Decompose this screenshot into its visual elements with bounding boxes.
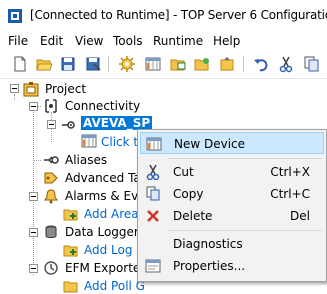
context-menu: New Device Cut Ctrl+X Copy Ctrl+C Delete… <box>137 129 327 282</box>
delete-icon <box>147 210 159 222</box>
tree-node-aveva-channel[interactable]: AVEVA_SP <box>81 116 153 130</box>
open-project-icon[interactable] <box>35 55 53 73</box>
menu-item-delete[interactable]: Delete Del <box>140 205 324 227</box>
efm-exporter-expander[interactable] <box>29 264 38 273</box>
menu-item-label: Diagnostics <box>173 237 243 251</box>
efm-exporter-icon <box>44 261 58 275</box>
data-logger-expander[interactable] <box>29 228 38 237</box>
menu-item-shortcut: Ctrl+X <box>270 165 310 179</box>
toolbar-separator <box>243 56 244 72</box>
tree-node-advanced-tags[interactable]: Advanced Tag <box>65 171 148 185</box>
channel-expander[interactable] <box>47 120 56 129</box>
menu-item-label: Copy <box>173 187 204 201</box>
menu-view[interactable]: View <box>75 34 103 48</box>
menu-item-label: Properties... <box>173 259 246 273</box>
menu-item-cut[interactable]: Cut Ctrl+X <box>140 161 324 183</box>
menu-item-label: Cut <box>173 165 194 179</box>
tree-node-data-logger[interactable]: Data Logger <box>65 225 139 239</box>
new-device-icon <box>146 137 162 151</box>
save-icon[interactable] <box>59 55 77 73</box>
cut-icon[interactable] <box>277 55 295 73</box>
cut-icon <box>146 164 160 180</box>
new-channel-icon[interactable] <box>144 55 162 73</box>
menu-item-diagnostics[interactable]: Diagnostics <box>140 233 324 255</box>
menu-runtime[interactable]: Runtime <box>153 34 203 48</box>
copy-icon <box>146 186 160 201</box>
tree-node-efm-exporter[interactable]: EFM Exporter <box>65 261 145 275</box>
tree-node-aliases[interactable]: Aliases <box>65 153 107 167</box>
tree-line <box>33 160 41 161</box>
undo-icon[interactable] <box>252 55 270 73</box>
tree-node-alarms-events[interactable]: Alarms & Eve <box>65 189 146 203</box>
window-title: [Connected to Runtime] - TOP Server 6 Co… <box>30 8 327 22</box>
connectivity-icon <box>45 99 57 113</box>
add-log-group-icon <box>63 245 78 257</box>
new-tag-group-icon[interactable] <box>218 55 236 73</box>
menu-item-properties[interactable]: Properties... <box>140 255 324 277</box>
project-icon <box>23 82 39 97</box>
advanced-tags-icon <box>44 172 58 184</box>
add-area-icon <box>63 209 78 221</box>
tree-node-project[interactable]: Project <box>45 82 86 96</box>
project-expander[interactable] <box>10 84 19 93</box>
add-device-icon <box>81 134 97 148</box>
new-device-icon[interactable] <box>169 55 187 73</box>
tree-node-click-to-add-device[interactable]: Click t <box>101 135 138 149</box>
menu-file[interactable]: File <box>8 34 28 48</box>
menu-edit[interactable]: Edit <box>40 34 63 48</box>
menu-item-copy[interactable]: Copy Ctrl+C <box>140 183 324 205</box>
copy-icon[interactable] <box>302 55 320 73</box>
tree-node-connectivity[interactable]: Connectivity <box>65 99 140 113</box>
tree-line <box>14 94 15 100</box>
aliases-icon <box>44 156 59 164</box>
toolbar-separator <box>108 56 109 72</box>
save-as-icon[interactable] <box>84 55 102 73</box>
menu-item-shortcut: Del <box>290 209 310 223</box>
menu-item-label: New Device <box>174 137 246 151</box>
menu-item-label: Delete <box>173 209 213 223</box>
title-bar: [Connected to Runtime] - TOP Server 6 Co… <box>0 0 327 32</box>
channel-icon <box>62 121 75 129</box>
new-project-icon[interactable] <box>11 55 29 73</box>
add-poll-group-icon <box>63 281 78 293</box>
menu-item-new-device[interactable]: New Device <box>140 132 324 154</box>
alarms-expander[interactable] <box>29 192 38 201</box>
connectivity-expander[interactable] <box>29 102 38 111</box>
runtime-connect-icon[interactable] <box>118 55 136 73</box>
tree-node-add-poll-group[interactable]: Add Poll G <box>84 279 145 293</box>
alarms-events-icon <box>44 189 58 204</box>
menu-tools[interactable]: Tools <box>113 34 143 48</box>
properties-icon <box>145 259 161 273</box>
menu-item-shortcut: Ctrl+C <box>270 187 310 201</box>
menu-separator <box>168 158 322 159</box>
new-tag-icon[interactable] <box>193 55 211 73</box>
data-logger-icon <box>45 225 57 238</box>
menu-help[interactable]: Help <box>213 34 240 48</box>
menu-separator <box>168 230 322 231</box>
top-server-app-icon <box>8 9 22 23</box>
